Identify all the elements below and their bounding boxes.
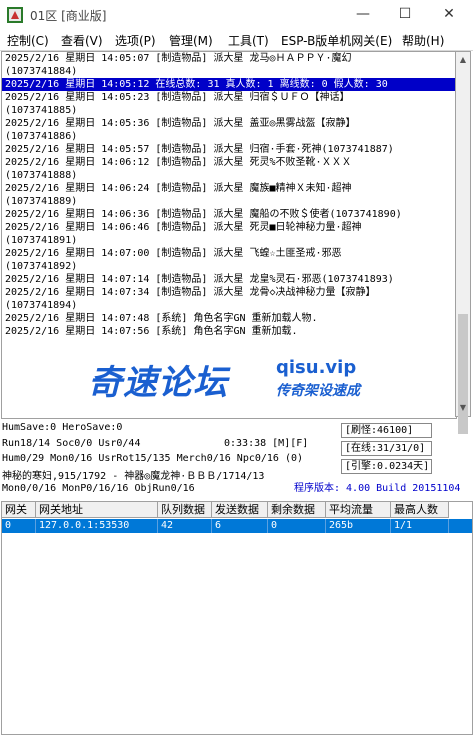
status-run: Run18/14 Soc0/0 Usr0/44 <box>2 438 141 449</box>
header-remaining[interactable]: 剩余数据 <box>268 502 326 518</box>
status-panel: HumSave:0 HeroSave:0 Run18/14 Soc0/0 Usr… <box>0 418 473 502</box>
log-line[interactable]: 2025/2/16 星期日 14:05:36 [制造物品] 派大星 盖亚◎黑雾战… <box>2 117 456 130</box>
scroll-down-icon[interactable]: ▼ <box>456 400 470 416</box>
log-line[interactable]: 2025/2/16 星期日 14:07:00 [制造物品] 派大星 飞蝗☆土匪圣… <box>2 247 456 260</box>
window-title: 01区 [商业版] <box>30 9 107 23</box>
cell-max-users: 1/1 <box>391 519 449 533</box>
cell-remaining: 0 <box>268 519 326 533</box>
menu-view[interactable]: 查看(V) <box>61 32 103 49</box>
online-box: [在线:31/31/0] <box>341 441 432 456</box>
version-label: 程序版本: 4.00 Build 20151104 <box>294 483 461 494</box>
status-hum: Hum0/29 Mon0/16 UsrRot15/135 Merch0/16 N… <box>2 453 304 464</box>
table-row[interactable]: 0 127.0.0.1:53530 42 6 0 265b 1/1 <box>2 519 472 533</box>
cell-address: 127.0.0.1:53530 <box>36 519 158 533</box>
cell-gateway: 0 <box>2 519 36 533</box>
menu-help[interactable]: 帮助(H) <box>402 32 444 49</box>
log-line[interactable]: (1073741885) <box>2 104 456 117</box>
cell-sent: 6 <box>212 519 268 533</box>
log-line[interactable]: (1073741894) <box>2 299 456 312</box>
log-list[interactable]: 2025/2/16 星期日 14:05:07 [制造物品] 派大星 龙马◎ＨＡＰ… <box>1 51 457 419</box>
log-line[interactable]: 2025/2/16 星期日 14:05:23 [制造物品] 派大星 归宿＄ＵＦＯ… <box>2 91 456 104</box>
status-mon: Mon0/0/16 MonP0/16/16 ObjRun0/16 <box>2 483 195 494</box>
status-time: 0:33:38 [M][F] <box>224 438 309 449</box>
menu-bar: 控制(C) 查看(V) 选项(P) 管理(M) 工具(T) ESP-B版单机网关… <box>0 30 473 51</box>
log-line[interactable]: 2025/2/16 星期日 14:06:24 [制造物品] 派大星 魔族■精神Ｘ… <box>2 182 456 195</box>
log-line[interactable]: 2025/2/16 星期日 14:06:46 [制造物品] 派大星 死灵■日轮神… <box>2 221 456 234</box>
log-line[interactable]: (1073741891) <box>2 234 456 247</box>
log-line[interactable]: 2025/2/16 星期日 14:05:12 在线总数: 31 真人数: 1 离… <box>2 78 456 91</box>
close-button[interactable]: ✕ <box>427 0 471 30</box>
menu-gateway[interactable]: ESP-B版单机网关(E) <box>281 32 392 49</box>
header-max-users[interactable]: 最高人数 <box>391 502 449 518</box>
app-icon <box>7 7 23 23</box>
scroll-thumb[interactable] <box>458 314 468 434</box>
log-line[interactable]: 2025/2/16 星期日 14:07:48 [系统] 角色名字GN 重新加载人… <box>2 312 456 325</box>
log-line[interactable]: (1073741888) <box>2 169 456 182</box>
cell-queue: 42 <box>158 519 212 533</box>
scroll-up-icon[interactable]: ▲ <box>456 52 470 68</box>
log-line[interactable]: (1073741886) <box>2 130 456 143</box>
log-line[interactable]: (1073741892) <box>2 260 456 273</box>
menu-control[interactable]: 控制(C) <box>7 32 49 49</box>
log-line[interactable]: 2025/2/16 星期日 14:05:57 [制造物品] 派大星 归宿·手套·… <box>2 143 456 156</box>
header-traffic[interactable]: 平均流量 <box>326 502 391 518</box>
cell-traffic: 265b <box>326 519 391 533</box>
engine-box: [引擎:0.0234天] <box>341 459 432 474</box>
refresh-box: [刷怪:46100] <box>341 423 432 438</box>
log-line[interactable]: 2025/2/16 星期日 14:06:12 [制造物品] 派大星 死灵%不败圣… <box>2 156 456 169</box>
gateway-table[interactable]: 网关 网关地址 队列数据 发送数据 剩余数据 平均流量 最高人数 0 127.0… <box>1 501 473 735</box>
log-scrollbar[interactable]: ▲ ▼ <box>455 51 471 434</box>
maximize-button[interactable]: ☐ <box>383 0 427 30</box>
minimize-button[interactable]: — <box>341 0 385 30</box>
menu-manage[interactable]: 管理(M) <box>169 32 213 49</box>
status-save: HumSave:0 HeroSave:0 <box>2 422 123 433</box>
status-items: 神秘的寒妇,915/1792 - 神器◎魔龙神·ＢＢＢ/1714/13 <box>2 471 265 482</box>
header-sent[interactable]: 发送数据 <box>212 502 268 518</box>
log-line[interactable]: 2025/2/16 星期日 14:05:07 [制造物品] 派大星 龙马◎ＨＡＰ… <box>2 52 456 65</box>
header-queue[interactable]: 队列数据 <box>158 502 212 518</box>
log-line[interactable]: 2025/2/16 星期日 14:07:34 [制造物品] 派大星 龙骨◇决战神… <box>2 286 456 299</box>
log-line[interactable]: 2025/2/16 星期日 14:06:36 [制造物品] 派大星 魔船の不败＄… <box>2 208 456 221</box>
menu-options[interactable]: 选项(P) <box>115 32 156 49</box>
header-address[interactable]: 网关地址 <box>36 502 158 518</box>
header-gateway[interactable]: 网关 <box>2 502 36 518</box>
title-bar: 01区 [商业版] — ☐ ✕ <box>0 0 473 31</box>
log-line[interactable]: 2025/2/16 星期日 14:07:56 [系统] 角色名字GN 重新加载. <box>2 325 456 338</box>
log-line[interactable]: (1073741884) <box>2 65 456 78</box>
log-line[interactable]: 2025/2/16 星期日 14:07:14 [制造物品] 派大星 龙皇%灵石·… <box>2 273 456 286</box>
log-line[interactable]: (1073741889) <box>2 195 456 208</box>
table-header: 网关 网关地址 队列数据 发送数据 剩余数据 平均流量 最高人数 <box>2 502 472 518</box>
menu-tools[interactable]: 工具(T) <box>228 32 269 49</box>
